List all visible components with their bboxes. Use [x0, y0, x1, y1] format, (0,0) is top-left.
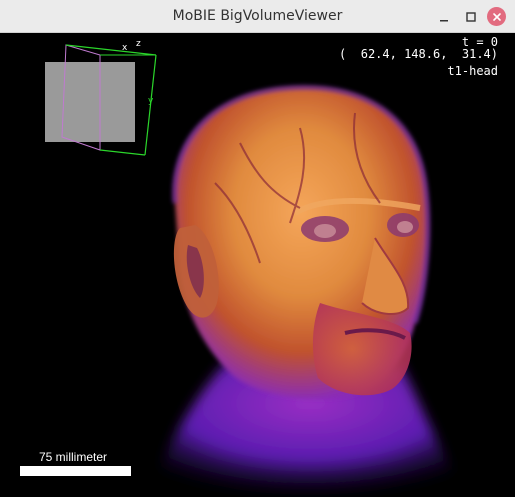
axis-label-z: z — [136, 39, 141, 49]
source-name-label: t1-head — [447, 64, 498, 78]
scale-bar — [20, 466, 131, 476]
window-titlebar[interactable]: MoBIE BigVolumeViewer — [0, 0, 515, 33]
minimize-icon — [439, 19, 448, 21]
close-button[interactable] — [487, 7, 506, 26]
scale-bar-label: 75 millimeter — [39, 450, 108, 464]
right-eye — [397, 221, 413, 233]
maximize-button[interactable] — [461, 7, 480, 26]
axis-label-y: y — [148, 96, 154, 106]
head-volume-rendering: x z y — [45, 39, 470, 497]
orientation-edge — [65, 44, 157, 56]
volume-render-canvas[interactable]: x z y t = 0 ( 62.4, 148.6, 31.4) t1-head… — [0, 33, 515, 497]
left-eye — [314, 224, 336, 238]
bigvolumeviewer-window: MoBIE BigVolumeViewer x z y t = 0 (62.4… — [0, 0, 515, 497]
orientation-box: x z y — [45, 39, 157, 156]
mouse-coordinates: ( 62.4, 148.6, 31.4) — [339, 47, 498, 61]
maximize-icon — [465, 11, 476, 22]
close-icon — [492, 12, 501, 21]
axis-label-x: x — [122, 43, 128, 53]
minimize-button[interactable] — [434, 7, 453, 26]
orientation-edge — [99, 149, 146, 156]
orientation-plane — [45, 62, 135, 142]
